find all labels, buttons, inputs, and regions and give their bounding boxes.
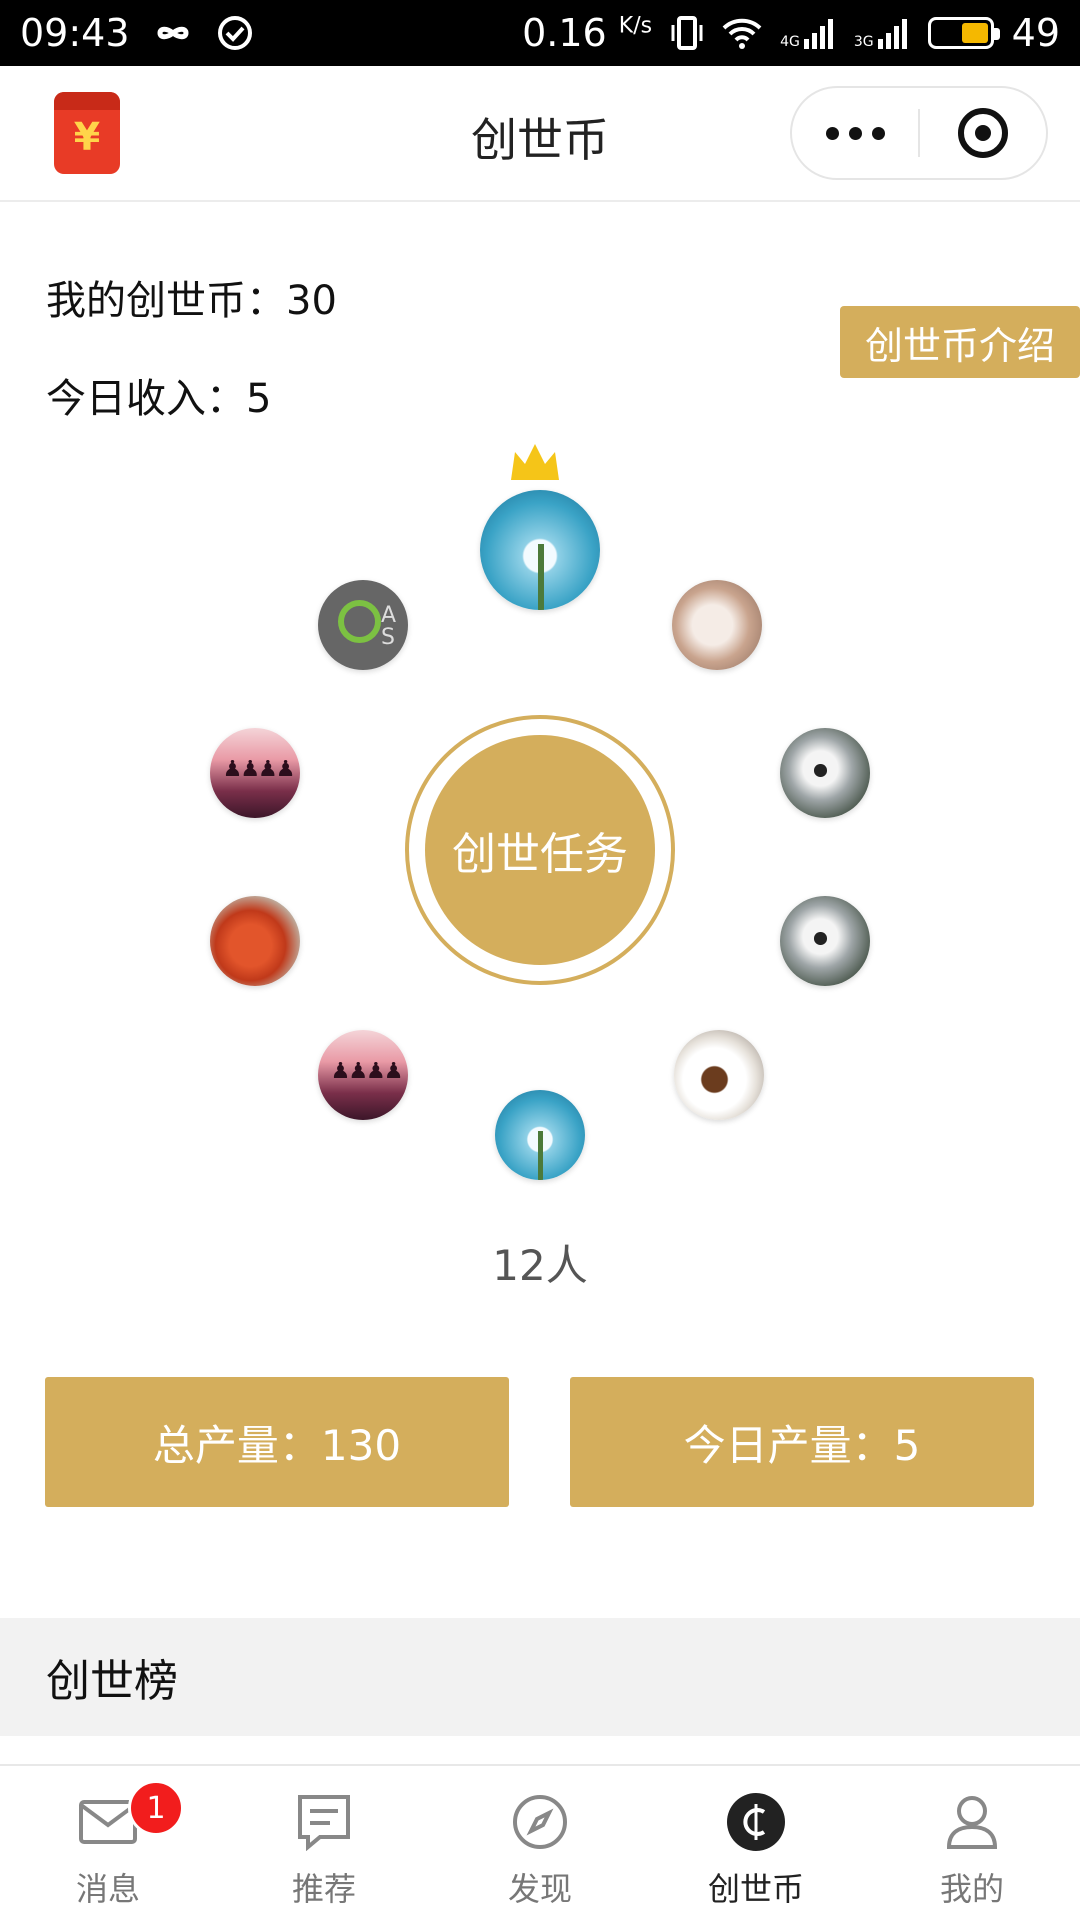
avatar-cup[interactable] xyxy=(674,1030,764,1120)
avatar-people-1[interactable] xyxy=(210,728,300,818)
status-time: 09:43 xyxy=(20,11,130,55)
network-speed: 0.16 K/s xyxy=(522,11,653,55)
infinity-icon xyxy=(148,18,198,48)
target-icon xyxy=(958,108,1008,158)
genesis-task-label: 创世任务 xyxy=(425,735,655,965)
compass-icon xyxy=(510,1792,570,1852)
battery-icon xyxy=(927,17,1000,49)
document-icon xyxy=(294,1792,354,1852)
participant-count: 12人 xyxy=(492,1241,588,1290)
tab-discover[interactable]: 发现 xyxy=(432,1766,648,1920)
close-miniprogram-button[interactable] xyxy=(920,108,1046,158)
avatar-people-2[interactable] xyxy=(318,1030,408,1120)
tab-recommend[interactable]: 推荐 xyxy=(216,1766,432,1920)
miniprogram-capsule xyxy=(790,86,1048,180)
tab-label: 发现 xyxy=(507,1870,572,1908)
avatar-rabbit[interactable] xyxy=(672,580,762,670)
ranking-header: 创世榜 xyxy=(0,1618,1080,1736)
avatar-flower-top[interactable] xyxy=(480,490,600,610)
avatar-food[interactable] xyxy=(210,896,300,986)
avatar-flower-bottom[interactable] xyxy=(495,1090,585,1180)
tab-bar: 1 消息 推荐 发现 创世币 我的 xyxy=(0,1764,1080,1920)
unread-badge: 1 xyxy=(128,1780,184,1836)
signal-3g-icon: 3G xyxy=(854,17,910,49)
wifi-icon xyxy=(722,16,762,50)
tab-label: 创世币 xyxy=(707,1870,804,1908)
coin-icon xyxy=(726,1792,786,1852)
more-dots-icon xyxy=(825,126,839,140)
tab-coin[interactable]: 创世币 xyxy=(648,1766,864,1920)
ranking-title: 创世榜 xyxy=(46,1656,178,1707)
tab-label: 消息 xyxy=(75,1870,140,1908)
battery-level: 49 xyxy=(1011,11,1060,55)
avatar-android[interactable]: A S xyxy=(318,580,408,670)
coin-intro-button[interactable]: 创世币介绍 xyxy=(840,306,1080,378)
avatar-cat-1[interactable] xyxy=(780,728,870,818)
more-button[interactable] xyxy=(792,126,918,140)
tab-messages[interactable]: 1 消息 xyxy=(0,1766,216,1920)
android-studio-icon xyxy=(337,599,381,643)
genesis-task-button[interactable]: 创世任务 xyxy=(405,715,675,985)
today-output-button[interactable]: 今日产量：5 xyxy=(570,1377,1034,1507)
check-circle-icon xyxy=(216,14,254,52)
avatar-cat-2[interactable] xyxy=(780,896,870,986)
more-dot xyxy=(871,126,885,140)
my-coins-label: 我的创世币：30 xyxy=(46,278,337,324)
avatar-android-text: A S xyxy=(381,603,397,651)
today-income-label: 今日收入：5 xyxy=(46,376,272,422)
tab-label: 我的 xyxy=(939,1870,1004,1908)
tab-label: 推荐 xyxy=(291,1870,356,1908)
status-bar: 09:43 0.16 K/s 4G 3G 49 xyxy=(0,0,1080,66)
more-dot xyxy=(848,126,862,140)
nav-bar: ¥ 创世币 xyxy=(0,66,1080,202)
signal-4g-icon: 4G xyxy=(780,17,836,49)
person-icon xyxy=(942,1792,1002,1852)
total-output-button[interactable]: 总产量：130 xyxy=(45,1377,509,1507)
vibrate-icon xyxy=(670,15,704,51)
crown-icon xyxy=(511,444,559,480)
tab-mine[interactable]: 我的 xyxy=(864,1766,1080,1920)
